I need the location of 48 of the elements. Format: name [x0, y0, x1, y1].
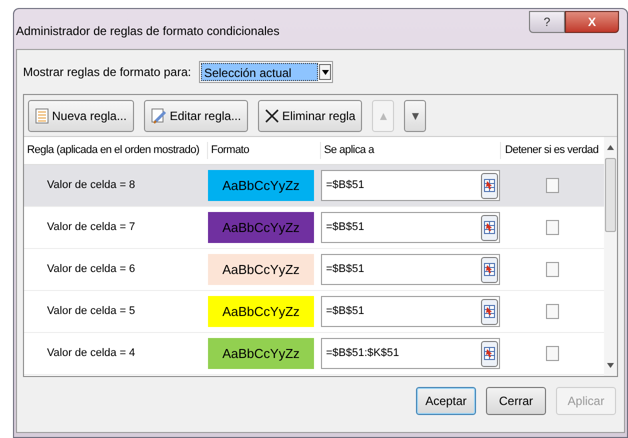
scroll-thumb[interactable] [605, 158, 616, 232]
rule-condition: Valor de celda = 4 [47, 347, 136, 360]
document-icon [35, 108, 49, 124]
range-picker-icon[interactable] [481, 340, 498, 366]
applies-to-field[interactable]: =$B$51 [321, 296, 500, 327]
filter-label: Mostrar reglas de formato para: [23, 64, 192, 81]
range-picker-icon[interactable] [481, 256, 498, 282]
range-picker-icon[interactable] [481, 298, 498, 324]
close-button[interactable]: X [565, 11, 619, 33]
rule-condition: Valor de celda = 5 [47, 305, 136, 318]
close-button[interactable]: Cerrar [486, 387, 546, 415]
column-header: Formato [207, 142, 320, 159]
ok-button[interactable]: Aceptar [416, 387, 476, 415]
rule-row[interactable]: Valor de celda = 8 AaBbCcYyZz =$B$51 [24, 165, 604, 207]
caret-icon [319, 64, 332, 80]
format-preview: AaBbCcYyZz [208, 212, 314, 243]
format-preview: AaBbCcYyZz [208, 296, 314, 327]
applies-to-field[interactable]: =$B$51 [321, 254, 500, 285]
scroll-down-icon[interactable] [607, 363, 614, 368]
format-preview: AaBbCcYyZz [208, 170, 314, 201]
checkbox[interactable] [546, 346, 558, 361]
applies-to-field[interactable]: =$B$51 [321, 212, 500, 243]
edit-icon [150, 108, 167, 124]
help-button[interactable]: ? [529, 11, 565, 33]
window-title: Administrador de reglas de formato condicionales [16, 23, 280, 40]
new-rule-button[interactable]: Nueva regla... [28, 100, 134, 132]
scroll-up-icon[interactable] [607, 145, 614, 150]
checkbox[interactable] [546, 262, 558, 277]
range-picker-icon[interactable] [481, 214, 498, 240]
format-preview: AaBbCcYyZz [208, 254, 314, 285]
rule-condition: Valor de celda = 6 [47, 263, 136, 276]
column-header: Regla (aplicada en el orden mostrado) [26, 143, 200, 158]
checkbox[interactable] [546, 178, 558, 193]
delete-rule-button[interactable]: Eliminar regla [258, 100, 362, 132]
filter-dropdown[interactable]: Selección actual [199, 61, 334, 83]
checkbox[interactable] [546, 220, 558, 235]
applies-to-field[interactable]: =$B$51 [321, 170, 500, 201]
move-down-button[interactable]: ▼ [404, 100, 426, 132]
column-header: Se aplica a [320, 142, 500, 159]
range-picker-icon[interactable] [481, 172, 498, 198]
close-icon [265, 108, 280, 122]
checkbox[interactable] [546, 304, 558, 319]
rule-condition: Valor de celda = 8 [47, 179, 136, 192]
format-preview: AaBbCcYyZz [208, 338, 314, 369]
applies-to-field[interactable]: =$B$51:$K$51 [321, 338, 500, 369]
edit-rule-button[interactable]: Editar regla... [144, 100, 248, 132]
scrollbar[interactable] [604, 137, 617, 376]
rule-condition: Valor de celda = 7 [47, 221, 136, 234]
